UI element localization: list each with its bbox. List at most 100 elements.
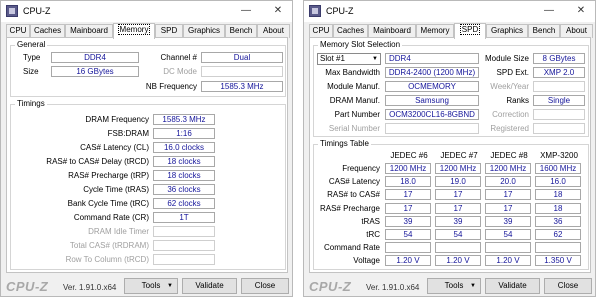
validate-button[interactable]: Validate: [485, 278, 540, 294]
dropdown-arrow-icon: ▼: [167, 283, 173, 289]
tab-spd[interactable]: SPD: [454, 23, 486, 39]
timings-cell: 1.20 V: [485, 255, 531, 267]
timings-cell: 1600 MHz: [535, 163, 581, 174]
title-bar[interactable]: CPU-Z — ✕: [304, 1, 595, 22]
cpuz-brand-logo: CPU-Z: [6, 279, 49, 294]
tab-spd[interactable]: SPD: [155, 24, 183, 38]
timing-value: 62 clocks: [153, 198, 215, 209]
timings-column-header: XMP-3200: [540, 151, 578, 160]
dcmode-value: [201, 66, 283, 77]
week-year-label: Week/Year: [490, 82, 529, 91]
timings-legend: Timings: [15, 99, 47, 108]
module-manuf-value: OCMEMORY: [385, 81, 479, 92]
timings-cell: 17: [435, 189, 481, 201]
tab-graphics[interactable]: Graphics: [486, 24, 528, 38]
nbfreq-value: 1585.3 MHz: [201, 81, 283, 92]
timing-label: DRAM Frequency: [85, 115, 149, 124]
tools-button[interactable]: Tools ▼: [427, 278, 481, 294]
size-label: Size: [23, 67, 39, 76]
tab-bench[interactable]: Bench: [225, 24, 257, 38]
cpuz-window-spd: CPU-Z — ✕ CPU Caches Mainboard Memory SP…: [303, 0, 596, 297]
cpuz-app-icon: [309, 5, 321, 17]
timings-cell: 1200 MHz: [485, 163, 531, 174]
correction-value: [533, 109, 585, 120]
timings-cell: [385, 242, 431, 254]
tools-button[interactable]: Tools ▼: [124, 278, 178, 294]
timing-value: 1T: [153, 212, 215, 223]
tab-graphics[interactable]: Graphics: [183, 24, 225, 38]
registered-label: Registered: [490, 124, 529, 133]
close-button[interactable]: Close: [544, 278, 592, 294]
tab-bench[interactable]: Bench: [528, 24, 560, 38]
timing-value: 16.0 clocks: [153, 142, 215, 153]
chevron-down-icon: ▼: [372, 56, 378, 62]
timings-column-header: JEDEC #7: [440, 151, 478, 160]
max-bandwidth-label: Max Bandwidth: [325, 68, 380, 77]
timings-cell: 18: [535, 202, 581, 214]
version-text: Ver. 1.91.0.x64: [366, 283, 420, 292]
module-manuf-label: Module Manuf.: [327, 82, 380, 91]
timings-column-header: JEDEC #8: [490, 151, 528, 160]
timings-table-group: Timings Table JEDEC #6 JEDEC #7 JEDEC #8 XM…: [313, 139, 589, 270]
timing-value: 18 clocks: [153, 156, 215, 167]
part-number-value: OCM3200CL16-8GBND: [385, 109, 479, 120]
minimize-icon[interactable]: —: [542, 4, 556, 18]
tab-memory[interactable]: Memory: [113, 23, 155, 39]
timing-value: [153, 226, 215, 237]
tab-about[interactable]: About: [560, 24, 593, 38]
slot-selection-legend: Memory Slot Selection: [318, 40, 403, 49]
timings-row-label: Command Rate: [323, 243, 380, 253]
tab-mainboard[interactable]: Mainboard: [65, 24, 113, 38]
timings-row-label: tRAS: [361, 216, 380, 226]
timings-cell: 54: [385, 229, 431, 240]
channel-label: Channel #: [160, 53, 197, 62]
slot-selection-group: Memory Slot Selection Slot #1 ▼ DDR4 Mod…: [313, 40, 589, 137]
tab-mainboard[interactable]: Mainboard: [368, 24, 416, 38]
tab-caches[interactable]: Caches: [333, 24, 368, 38]
timings-cell: 17: [485, 189, 531, 201]
tab-memory[interactable]: Memory: [416, 24, 454, 38]
slot-select[interactable]: Slot #1 ▼: [317, 53, 381, 65]
title-bar[interactable]: CPU-Z — ✕: [1, 1, 292, 22]
timings-row-label: RAS# to CAS#: [327, 190, 380, 200]
timings-cell: 39: [485, 215, 531, 227]
timings-cell: 36: [535, 215, 581, 227]
version-text: Ver. 1.91.0.x64: [63, 283, 117, 292]
timings-row-label: Voltage: [353, 256, 380, 266]
timing-label: Bank Cycle Time (tRC): [67, 199, 149, 208]
timing-value: 18 clocks: [153, 170, 215, 181]
timings-cell: 17: [435, 202, 481, 214]
timing-label: Row To Column (tRCD): [65, 255, 149, 264]
timings-cell: 16.0: [535, 176, 581, 188]
timings-cell: [435, 242, 481, 254]
serial-number-label: Serial Number: [328, 124, 380, 133]
timings-cell: 39: [385, 215, 431, 227]
timing-value: [153, 240, 215, 251]
minimize-icon[interactable]: —: [239, 4, 253, 18]
timing-label: Total CAS# (tRDRAM): [69, 241, 149, 250]
timings-cell: 1200 MHz: [435, 163, 481, 174]
validate-button[interactable]: Validate: [182, 278, 237, 294]
tab-about[interactable]: About: [257, 24, 290, 38]
tab-caches[interactable]: Caches: [30, 24, 65, 38]
close-icon[interactable]: ✕: [574, 4, 588, 18]
timings-cell: [485, 242, 531, 254]
timing-label: RAS# Precharge (tRP): [68, 171, 149, 180]
module-size-value: 8 GBytes: [533, 53, 585, 64]
timings-row-label: tRC: [366, 230, 380, 239]
tab-cpu[interactable]: CPU: [309, 24, 333, 38]
cpuz-app-icon: [6, 5, 18, 17]
timings-cell: 17: [485, 202, 531, 214]
close-icon[interactable]: ✕: [271, 4, 285, 18]
tab-cpu[interactable]: CPU: [6, 24, 30, 38]
spd-ext-value: XMP 2.0: [533, 67, 585, 78]
module-size-label: Module Size: [484, 54, 529, 63]
timing-label: Command Rate (CR): [73, 213, 149, 222]
timings-row-label: Frequency: [342, 164, 380, 173]
close-button[interactable]: Close: [241, 278, 289, 294]
dram-manuf-value: Samsung: [385, 95, 479, 106]
registered-value: [533, 123, 585, 134]
nbfreq-label: NB Frequency: [145, 82, 197, 91]
general-legend: General: [15, 40, 48, 49]
timings-cell: [535, 242, 581, 254]
